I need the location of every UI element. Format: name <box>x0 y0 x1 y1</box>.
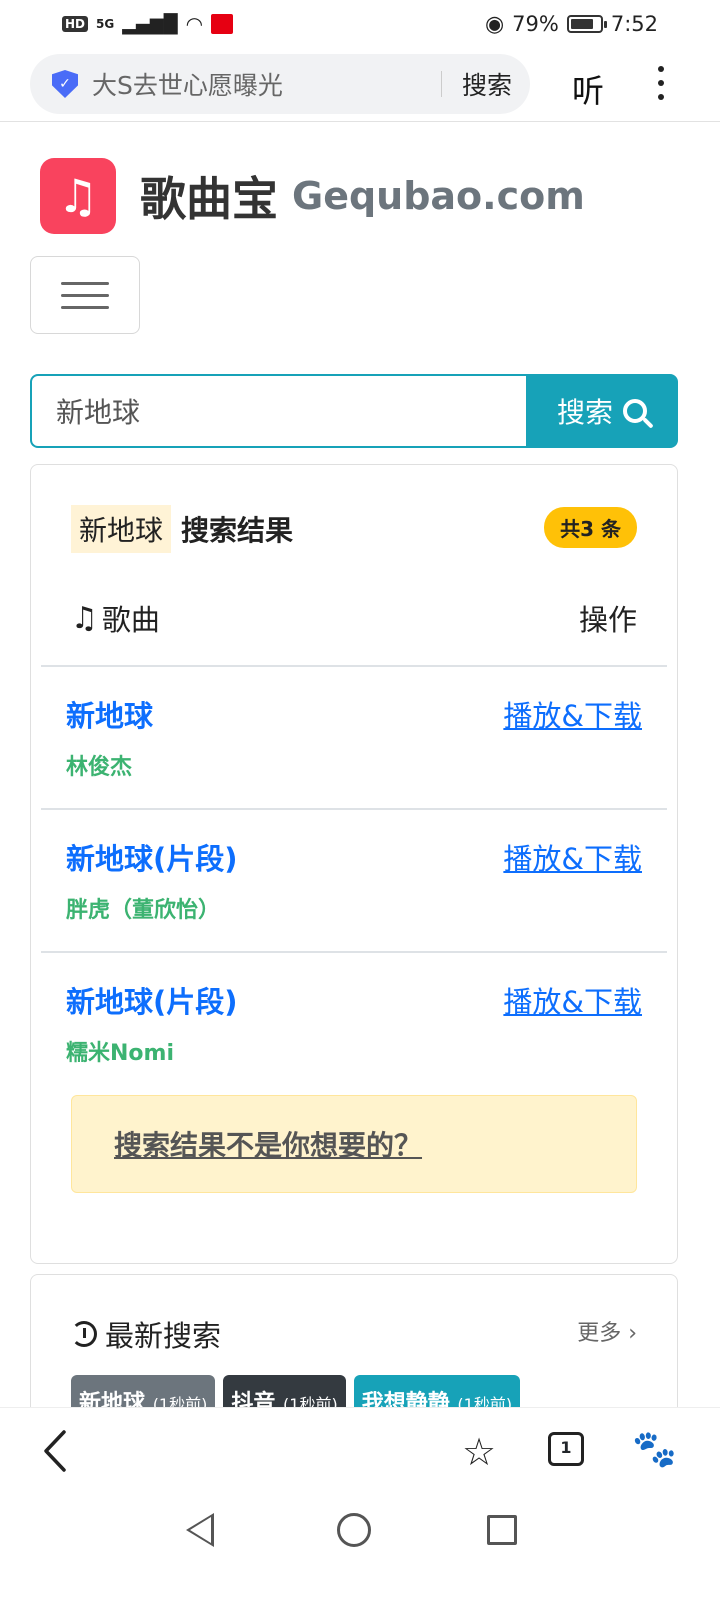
song-artist-link[interactable]: 林俊杰 <box>66 749 132 781</box>
nav-home-icon[interactable] <box>337 1513 371 1547</box>
results-keyword: 新地球 <box>71 505 172 553</box>
back-icon[interactable] <box>36 1426 76 1476</box>
search-input[interactable] <box>30 374 526 448</box>
eye-icon: ◉ <box>484 11 505 37</box>
address-bar[interactable]: ✓ 大S去世心愿曝光 搜索 <box>30 54 530 114</box>
site-logo[interactable]: ♫ <box>40 158 116 234</box>
network-label: 5G <box>96 17 115 31</box>
result-row: 新地球(片段) 胖虎（董欣怡） 播放&下载 <box>41 810 667 953</box>
song-title-link[interactable]: 新地球 <box>66 693 153 735</box>
result-row: 新地球(片段) 糯米Nomi 播放&下载 <box>41 953 667 1096</box>
play-download-link[interactable]: 播放&下载 <box>503 836 642 878</box>
site-header: ♫ 歌曲宝 Gequbao.com <box>40 158 585 234</box>
site-name-en[interactable]: Gequbao.com <box>292 174 585 218</box>
battery-level <box>570 19 593 29</box>
search-form: 搜索 <box>30 374 678 448</box>
results-heading: 新地球 搜索结果 <box>71 505 293 553</box>
address-divider <box>440 71 442 97</box>
menu-icon[interactable] <box>30 256 140 334</box>
song-artist-link[interactable]: 糯米Nomi <box>66 1035 174 1067</box>
recent-searches-heading: 最新搜索 <box>71 1313 221 1355</box>
nav-back-icon[interactable] <box>186 1513 214 1547</box>
status-left: HD 5G ▂▄▆█ ◠ <box>62 12 234 36</box>
results-column-header: ♫ 歌曲 操作 <box>41 575 667 667</box>
clock: 7:52 <box>610 12 658 36</box>
tabs-icon[interactable]: 1 <box>548 1432 584 1466</box>
browser-toolbar: ✓ 大S去世心愿曝光 搜索 听 <box>0 50 720 122</box>
not-what-you-want-link[interactable]: 搜索结果不是你想要的？ <box>114 1124 422 1164</box>
baidu-icon[interactable]: 🐾 <box>632 1428 677 1470</box>
signal-icon: ▂▄▆█ <box>122 13 178 35</box>
wifi-icon: ◠ <box>185 12 204 36</box>
flag-icon <box>211 14 234 34</box>
column-action-label: 操作 <box>578 603 637 637</box>
column-song-label: 歌曲 <box>101 603 160 637</box>
play-download-link[interactable]: 播放&下载 <box>503 979 642 1021</box>
star-icon[interactable]: ☆ <box>462 1430 496 1474</box>
more-link[interactable]: 更多 › <box>577 1315 637 1347</box>
music-note-icon: ♫ <box>71 600 98 636</box>
history-icon <box>71 1321 97 1347</box>
result-row: 新地球 林俊杰 播放&下载 <box>41 667 667 810</box>
browser-bottom-toolbar: ☆ 1 🐾 <box>0 1407 720 1493</box>
song-title-link[interactable]: 新地球(片段) <box>66 979 238 1021</box>
recent-searches-title: 最新搜索 <box>105 1319 222 1353</box>
search-button[interactable]: 搜索 <box>526 374 678 448</box>
listen-button[interactable]: 听 <box>572 66 604 112</box>
status-right: ◉ 79% 7:52 <box>485 12 658 37</box>
shield-icon: ✓ <box>52 70 78 98</box>
results-count-badge: 共3 条 <box>544 507 637 548</box>
system-navigation-bar <box>0 1493 720 1600</box>
results-card: 新地球 搜索结果 共3 条 ♫ 歌曲 操作 新地球 林俊杰 播放&下载 新地球(… <box>30 464 678 1264</box>
nav-recents-icon[interactable] <box>487 1515 517 1545</box>
hd-badge: HD <box>62 16 89 32</box>
column-song: ♫ 歌曲 <box>71 597 160 639</box>
address-text[interactable]: 大S去世心愿曝光 <box>92 66 421 102</box>
results-title: 搜索结果 <box>181 514 294 547</box>
battery-percent: 79% <box>512 12 559 36</box>
search-button-label: 搜索 <box>556 396 613 429</box>
site-name-cn[interactable]: 歌曲宝 <box>140 163 278 229</box>
search-icon <box>623 399 647 423</box>
song-title-link[interactable]: 新地球(片段) <box>66 836 238 878</box>
more-icon[interactable] <box>655 66 667 106</box>
hint-alert: 搜索结果不是你想要的？ <box>71 1095 637 1193</box>
battery-icon <box>566 15 607 33</box>
recent-searches-card: 最新搜索 更多 › 新地球 (1秒前) 抖音 (1秒前) 我想静静 (1秒前) <box>30 1274 678 1414</box>
play-download-link[interactable]: 播放&下载 <box>503 693 642 735</box>
address-search-button[interactable]: 搜索 <box>462 66 512 102</box>
status-bar: HD 5G ▂▄▆█ ◠ ◉ 79% 7:52 <box>0 0 720 48</box>
song-artist-link[interactable]: 胖虎（董欣怡） <box>66 892 220 924</box>
